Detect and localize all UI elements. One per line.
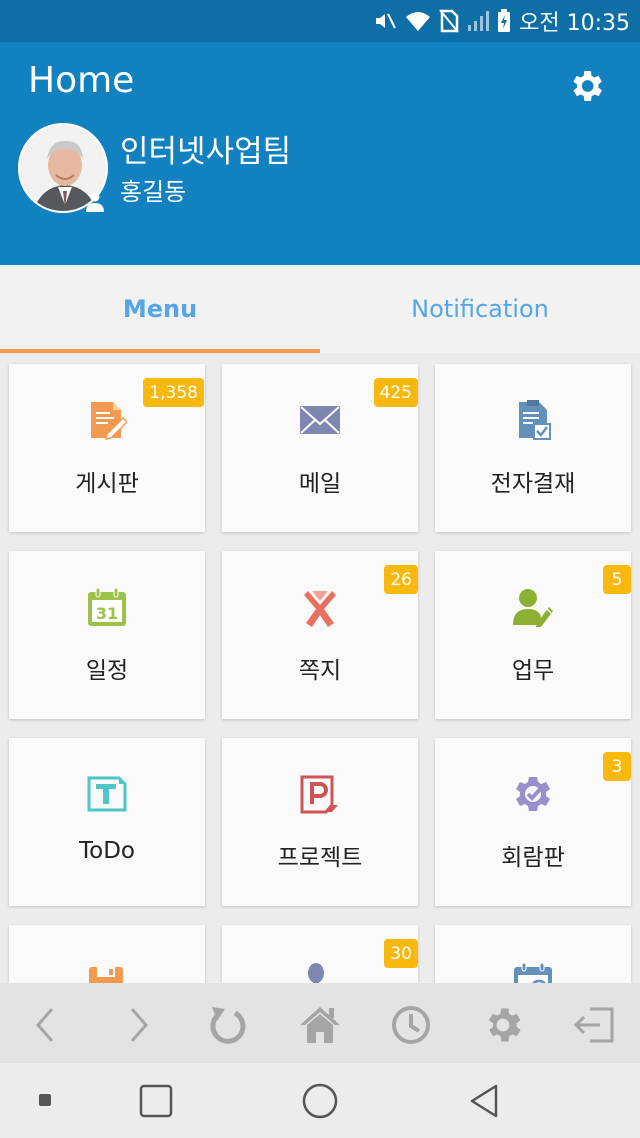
count-badge: 26 bbox=[384, 565, 418, 594]
person-doc-icon bbox=[308, 963, 324, 983]
status-bar: 오전 10:35 bbox=[0, 0, 640, 42]
menu-item-board[interactable]: 1,358 게시판 bbox=[9, 364, 205, 532]
status-time: 오전 10:35 bbox=[519, 11, 630, 36]
save-disk-icon bbox=[89, 967, 123, 983]
settings-icon[interactable] bbox=[481, 1003, 525, 1047]
menu-item-save[interactable] bbox=[9, 925, 205, 983]
menu-label: 회람판 bbox=[501, 845, 565, 871]
history-icon[interactable] bbox=[389, 1003, 433, 1047]
dot-icon[interactable] bbox=[38, 1093, 52, 1107]
bottom-toolbar bbox=[0, 983, 640, 1063]
calendar-icon: 31 bbox=[88, 587, 126, 626]
memo-ribbon-icon bbox=[304, 591, 336, 627]
menu-item-approval[interactable]: 전자결재 bbox=[435, 364, 631, 532]
todo-icon bbox=[87, 776, 127, 812]
menu-label: 일정 bbox=[85, 658, 129, 684]
menu-label: 프로젝트 bbox=[277, 845, 363, 871]
mail-icon bbox=[300, 406, 340, 434]
page-title: Home bbox=[28, 60, 135, 101]
count-badge: 30 bbox=[384, 939, 418, 968]
menu-label: 업무 bbox=[511, 658, 555, 684]
menu-item-memo[interactable]: 26 쪽지 bbox=[222, 551, 418, 719]
no-sim-icon bbox=[439, 9, 459, 33]
count-badge: 3 bbox=[603, 752, 631, 781]
menu-grid: 1,358 게시판 425 메일 전자결재 31 일정 26 쪽지 5 업무 T… bbox=[0, 353, 640, 983]
tab-bar: Menu Notification bbox=[0, 265, 640, 353]
circulation-gear-icon bbox=[516, 777, 550, 811]
menu-item-mail[interactable]: 425 메일 bbox=[222, 364, 418, 532]
project-icon bbox=[300, 775, 338, 814]
count-badge: 5 bbox=[603, 565, 631, 594]
home-circle-icon[interactable] bbox=[301, 1082, 339, 1120]
menu-item-task[interactable]: 5 업무 bbox=[435, 551, 631, 719]
task-person-icon bbox=[513, 589, 553, 627]
forward-icon[interactable] bbox=[116, 1003, 160, 1047]
menu-label: 게시판 bbox=[75, 471, 139, 497]
mute-icon bbox=[376, 13, 397, 29]
back-icon[interactable] bbox=[24, 1003, 68, 1047]
tab-menu[interactable]: Menu bbox=[0, 265, 320, 353]
menu-item-person-doc[interactable]: 30 bbox=[222, 925, 418, 983]
menu-label: 전자결재 bbox=[490, 471, 576, 497]
svg-text:31: 31 bbox=[96, 604, 118, 623]
menu-label: 메일 bbox=[298, 471, 342, 497]
gear-icon[interactable] bbox=[566, 66, 606, 106]
count-badge: 1,358 bbox=[143, 378, 204, 407]
department-name: 인터넷사업팀 bbox=[120, 134, 292, 170]
back-triangle-icon[interactable] bbox=[466, 1082, 502, 1120]
recent-apps-icon[interactable] bbox=[138, 1083, 174, 1119]
menu-item-schedule[interactable] bbox=[435, 925, 631, 983]
battery-icon bbox=[498, 9, 511, 32]
tab-notification[interactable]: Notification bbox=[320, 265, 640, 353]
menu-item-calendar[interactable]: 31 일정 bbox=[9, 551, 205, 719]
menu-label: ToDo bbox=[79, 838, 135, 864]
status-icons: 오전 10:35 bbox=[373, 0, 630, 42]
wifi-icon bbox=[406, 12, 431, 31]
count-badge: 425 bbox=[373, 378, 418, 407]
signal-icon bbox=[468, 11, 490, 31]
header: Home 인터넷사업팀 홍길동 bbox=[0, 42, 640, 265]
menu-item-circulation[interactable]: 3 회람판 bbox=[435, 738, 631, 906]
refresh-icon[interactable] bbox=[205, 1003, 249, 1047]
menu-label: 쪽지 bbox=[298, 658, 342, 684]
user-name: 홍길동 bbox=[120, 178, 187, 206]
home-icon[interactable] bbox=[298, 1003, 342, 1047]
user-icon bbox=[86, 192, 104, 212]
schedule-icon bbox=[514, 962, 552, 983]
board-icon bbox=[91, 402, 127, 440]
logout-icon[interactable] bbox=[572, 1003, 616, 1047]
menu-item-todo[interactable]: ToDo bbox=[9, 738, 205, 906]
approval-icon bbox=[519, 400, 551, 440]
system-navigation-bar bbox=[0, 1063, 640, 1138]
menu-item-project[interactable]: 프로젝트 bbox=[222, 738, 418, 906]
